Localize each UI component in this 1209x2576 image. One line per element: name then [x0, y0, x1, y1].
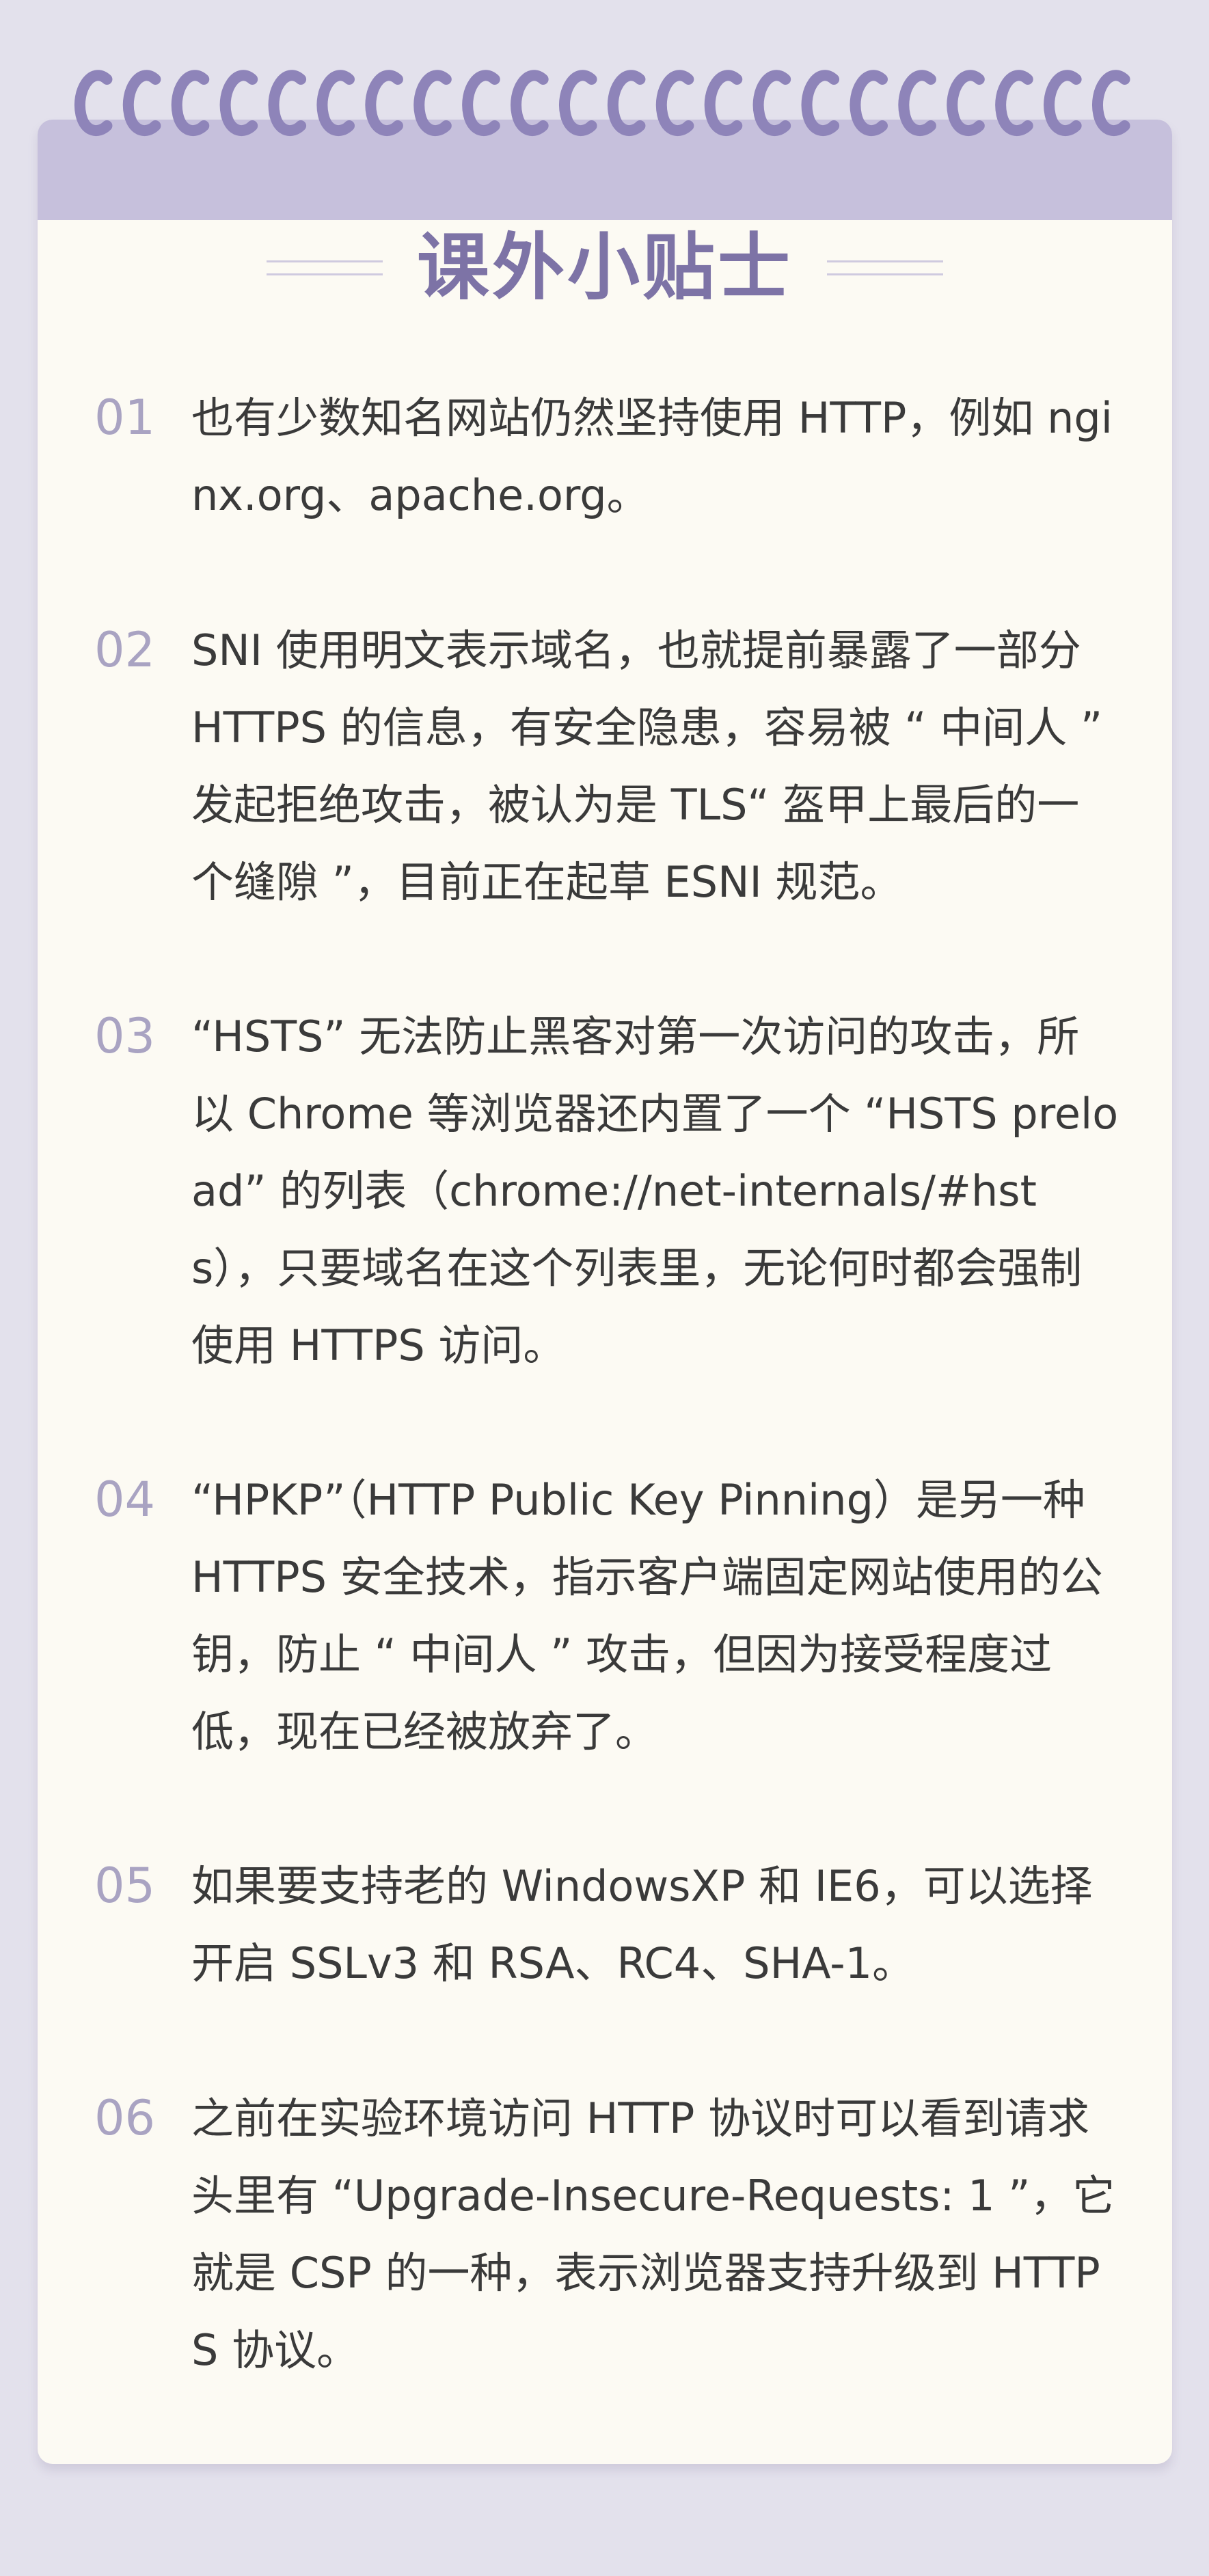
tip-text: “HSTS” 无法防止黑客对第一次访问的攻击，所以 Chrome 等浏览器还内置…	[191, 1012, 1119, 1370]
title-row: 课外小贴士	[38, 220, 1172, 316]
tip-number: 01	[94, 390, 156, 446]
binding-ring-icon	[995, 70, 1033, 136]
binding-ring-icon	[219, 70, 258, 136]
binding-ring-icon	[413, 70, 452, 136]
binding-ring-icon	[704, 70, 743, 136]
binding-ring-icon	[559, 70, 597, 136]
tip-number: 03	[94, 1008, 156, 1064]
binding-ring-icon	[1044, 70, 1082, 136]
tip-text: 也有少数知名网站仍然坚持使用 HTTP，例如 nginx.org、apache.…	[191, 393, 1113, 520]
binding-ring-icon	[268, 70, 307, 136]
binding-ring-icon	[122, 70, 161, 136]
binding-ring-icon	[511, 70, 549, 136]
binding-ring-icon	[850, 70, 888, 136]
title-decor-right	[827, 260, 943, 275]
binding-ring-icon	[608, 70, 646, 136]
binding-rings-icon	[74, 70, 1130, 136]
binding-ring-icon	[365, 70, 403, 136]
tip-text: 之前在实验环境访问 HTTP 协议时可以看到请求头里有 “Upgrade-Ins…	[191, 2093, 1115, 2375]
tip-number: 06	[94, 2090, 156, 2146]
tip-number: 04	[94, 1472, 156, 1528]
tip-text: “HPKP”（HTTP Public Key Pinning）是另一种 HTTP…	[191, 1475, 1103, 1757]
binding-ring-icon	[801, 70, 840, 136]
binding-ring-icon	[655, 70, 694, 136]
binding-ring-icon	[1092, 70, 1130, 136]
binding-ring-icon	[898, 70, 936, 136]
binding-ring-icon	[947, 70, 985, 136]
tip-number: 05	[94, 1858, 156, 1914]
binding-ring-icon	[752, 70, 791, 136]
binding-ring-icon	[171, 70, 210, 136]
binding-ring-icon	[462, 70, 500, 136]
tip-text: 如果要支持老的 WindowsXP 和 IE6，可以选择开启 SSLv3 和 R…	[191, 1861, 1093, 1988]
title-decor-left	[267, 260, 383, 275]
binding-ring-icon	[74, 70, 113, 136]
page-title: 课外小贴士	[417, 226, 793, 310]
tip-text: SNI 使用明文表示域名，也就提前暴露了一部分 HTTPS 的信息，有安全隐患，…	[191, 625, 1103, 907]
binding-ring-icon	[316, 70, 355, 136]
tip-number: 02	[94, 622, 156, 678]
